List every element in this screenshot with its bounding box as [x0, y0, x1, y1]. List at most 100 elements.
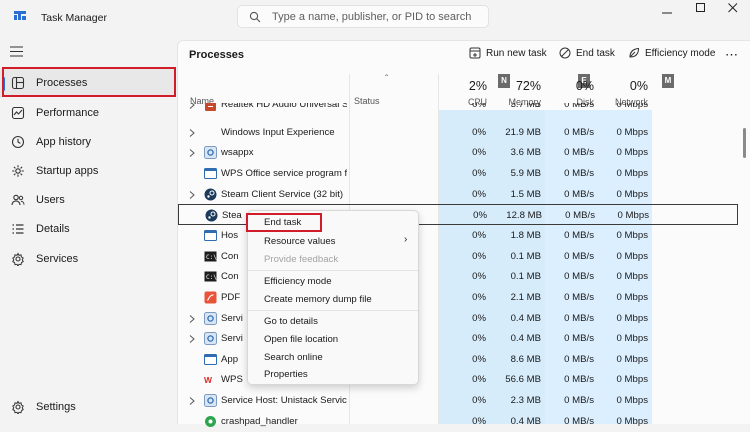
process-cpu: 0%	[472, 291, 486, 303]
expand-chevron-icon[interactable]	[189, 103, 195, 109]
svg-text:C:\: C:\	[206, 254, 217, 261]
svg-text:W: W	[204, 375, 213, 385]
disk-total-percent: 0%	[575, 79, 594, 93]
column-tag: M	[662, 74, 674, 88]
gear-service-icon	[204, 146, 217, 160]
process-memory: 0.1 MB	[510, 271, 541, 283]
expand-chevron-icon[interactable]	[189, 128, 195, 137]
gear-service-icon	[204, 311, 217, 325]
audio-icon	[204, 103, 217, 113]
process-row[interactable]: crashpad_handler 0% 0.4 MB 0 MB/s 0 Mbps	[178, 411, 738, 432]
expand-chevron-icon[interactable]	[189, 148, 195, 158]
process-cpu: 0%	[472, 333, 486, 345]
steam-icon	[204, 188, 217, 201]
process-row[interactable]: wsappx 0% 3.6 MB 0 MB/s 0 Mbps	[178, 142, 738, 163]
process-name: Service Host: Unistack Service ...	[221, 395, 347, 407]
process-row[interactable]: Steam Client Service (32 bit) 0% 1.5 MB 0 M…	[178, 184, 738, 205]
process-memory: 2.3 MB	[510, 395, 541, 407]
process-network: 0 Mbps	[617, 210, 649, 222]
process-memory: 12.8 MB	[506, 210, 542, 222]
process-name: Windows Input Experience	[221, 126, 335, 138]
process-cpu: 0%	[472, 147, 486, 159]
efficiency-mode-button[interactable]: Efficiency mode	[628, 47, 715, 59]
sidebar-item-startup-apps[interactable]: Startup apps	[0, 157, 176, 185]
process-cpu: 0%	[472, 229, 486, 241]
end-task-button[interactable]: End task	[559, 47, 615, 59]
menu-item-efficiency-mode[interactable]: Efficiency mode	[264, 276, 332, 287]
leaf-icon	[629, 47, 640, 58]
process-row[interactable]: WPS Office service program f... 0% 5.9 MB 0…	[178, 163, 738, 184]
process-disk: 0 MB/s	[564, 229, 594, 241]
sidebar-item-app-history[interactable]: App history	[0, 128, 176, 156]
pdf-icon	[204, 291, 217, 304]
sidebar-item-users[interactable]: Users	[0, 186, 176, 214]
menu-item-search-online[interactable]: Search online	[264, 352, 323, 363]
vertical-scrollbar[interactable]	[743, 128, 746, 158]
sort-up-icon: ˆ	[385, 74, 389, 85]
expand-chevron-icon[interactable]	[189, 396, 195, 405]
more-icon: ⋯	[725, 47, 739, 62]
sidebar-item-services[interactable]: Services	[0, 245, 176, 273]
more-options-button[interactable]: ⋯	[725, 47, 739, 63]
process-network: 0 Mbps	[616, 291, 648, 303]
search-input[interactable]: Type a name, publisher, or PID to search	[237, 5, 489, 28]
end-task-icon	[559, 47, 571, 59]
process-network: 0 Mbps	[616, 188, 648, 200]
sidebar-item-settings[interactable]: Settings	[0, 393, 176, 421]
hamburger-menu-button[interactable]	[10, 46, 24, 58]
efficiency-mode-label: Efficiency mode	[645, 47, 716, 59]
close-button[interactable]	[716, 0, 750, 18]
maximize-button[interactable]	[684, 0, 718, 18]
process-row[interactable]: Service Host: Unistack Service ... 0% 2.3 …	[178, 390, 738, 411]
sidebar-item-label: Services	[36, 253, 79, 265]
process-cpu: 0%	[472, 250, 486, 262]
process-cpu: 0%	[473, 210, 487, 222]
window-app-icon	[204, 229, 217, 242]
expand-chevron-icon[interactable]	[189, 334, 195, 344]
highlight-box-end-task	[246, 213, 322, 232]
process-disk: 0 MB/s	[564, 188, 594, 200]
process-memory: 0.4 MB	[510, 333, 541, 345]
menu-item-open-file-location[interactable]: Open file location	[264, 334, 338, 345]
process-network: 0 Mbps	[616, 167, 648, 179]
expand-chevron-icon[interactable]	[189, 314, 195, 323]
process-network: 0 Mbps	[616, 374, 648, 386]
minimize-button[interactable]	[650, 0, 684, 20]
process-memory: 1.5 MB	[510, 188, 541, 200]
process-name: crashpad_handler	[221, 415, 298, 427]
process-cpu: 0%	[472, 415, 486, 427]
process-cpu: 0%	[472, 271, 486, 283]
menu-item-provide-feedback: Provide feedback	[264, 254, 339, 265]
sidebar-item-details[interactable]: Details	[0, 215, 176, 243]
expand-chevron-icon[interactable]	[189, 190, 195, 199]
process-network: 0 Mbps	[616, 333, 648, 345]
gear-service-icon	[204, 394, 217, 408]
menu-separator	[248, 310, 418, 311]
run-new-task-icon	[469, 47, 481, 59]
process-disk: 0 MB/s	[564, 147, 594, 159]
menu-item-properties[interactable]: Properties	[264, 369, 308, 380]
menu-item-go-to-details[interactable]: Go to details	[264, 316, 318, 327]
process-cpu: 0%	[472, 353, 486, 365]
sidebar-item-label: Users	[36, 194, 65, 206]
process-cpu: 0%	[472, 312, 486, 324]
settings-gear-icon	[12, 400, 24, 414]
memory-total-percent: 72%	[515, 79, 541, 93]
process-name: WPS Office service program f...	[221, 167, 347, 179]
title-bar: Task Manager Type a name, publisher, or …	[0, 0, 750, 34]
process-name: Realtek HD Audio Universal Se...	[221, 103, 347, 110]
menu-separator	[248, 270, 418, 271]
process-memory: 3.6 MB	[510, 147, 541, 159]
process-row[interactable]: Realtek HD Audio Universal Se... 0% 3.7 MB…	[178, 103, 738, 117]
process-memory: 2.1 MB	[510, 291, 541, 303]
sidebar-item-performance[interactable]: Performance	[0, 99, 176, 127]
hamburger-icon	[10, 46, 23, 57]
search-placeholder: Type a name, publisher, or PID to search	[272, 11, 472, 23]
process-memory: 56.6 MB	[505, 374, 541, 386]
process-row[interactable]: Windows Input Experience 0% 21.9 MB 0 MB/s 0…	[178, 122, 738, 143]
process-network: 0 Mbps	[616, 250, 648, 262]
run-new-task-button[interactable]: Run new task	[469, 47, 547, 59]
menu-item-create-memory-dump[interactable]: Create memory dump file	[264, 294, 372, 305]
performance-icon	[11, 106, 25, 120]
menu-item-resource-values[interactable]: Resource values	[264, 236, 335, 247]
